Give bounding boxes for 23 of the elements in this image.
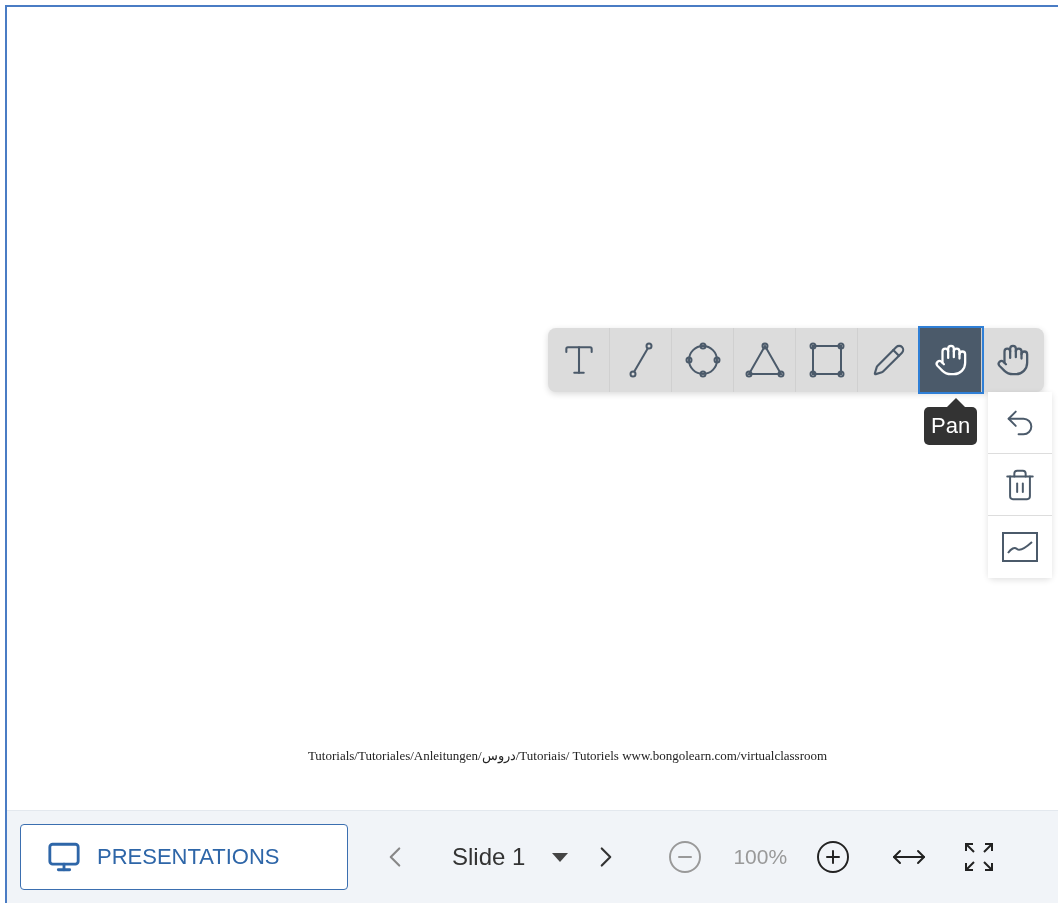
zoom-out-icon[interactable]	[667, 839, 704, 875]
zoom-level: 100%	[733, 845, 788, 869]
pan-tool[interactable]	[920, 328, 982, 392]
fullscreen-icon[interactable]	[963, 841, 996, 873]
rectangle-icon	[807, 341, 846, 379]
undo-button[interactable]	[988, 392, 1052, 454]
slide-footer-text: Tutorials/Tutoriales/Anleitungen/دروس/Tutoriais/ Tutoriels www.bongolearn.com/virtualclassroom	[307, 748, 828, 764]
chart-button[interactable]	[988, 516, 1052, 578]
delete-button[interactable]	[988, 454, 1052, 516]
triangle-icon	[744, 342, 785, 378]
slide-dropdown-caret-icon[interactable]	[551, 851, 570, 863]
circle-icon	[683, 341, 722, 379]
pencil-icon	[871, 343, 906, 377]
hand-icon	[996, 343, 1030, 377]
tooltip: Pan	[924, 407, 978, 445]
trash-icon	[1003, 467, 1037, 502]
slide-label: Slide 1	[452, 843, 526, 871]
line-icon	[627, 342, 654, 378]
hand-icon	[933, 343, 968, 377]
presentations-button[interactable]: PRESENTATIONS	[20, 824, 348, 890]
monitor-icon	[47, 840, 81, 874]
line-chart-icon	[1002, 532, 1038, 562]
zoom-in-icon[interactable]	[815, 839, 852, 875]
